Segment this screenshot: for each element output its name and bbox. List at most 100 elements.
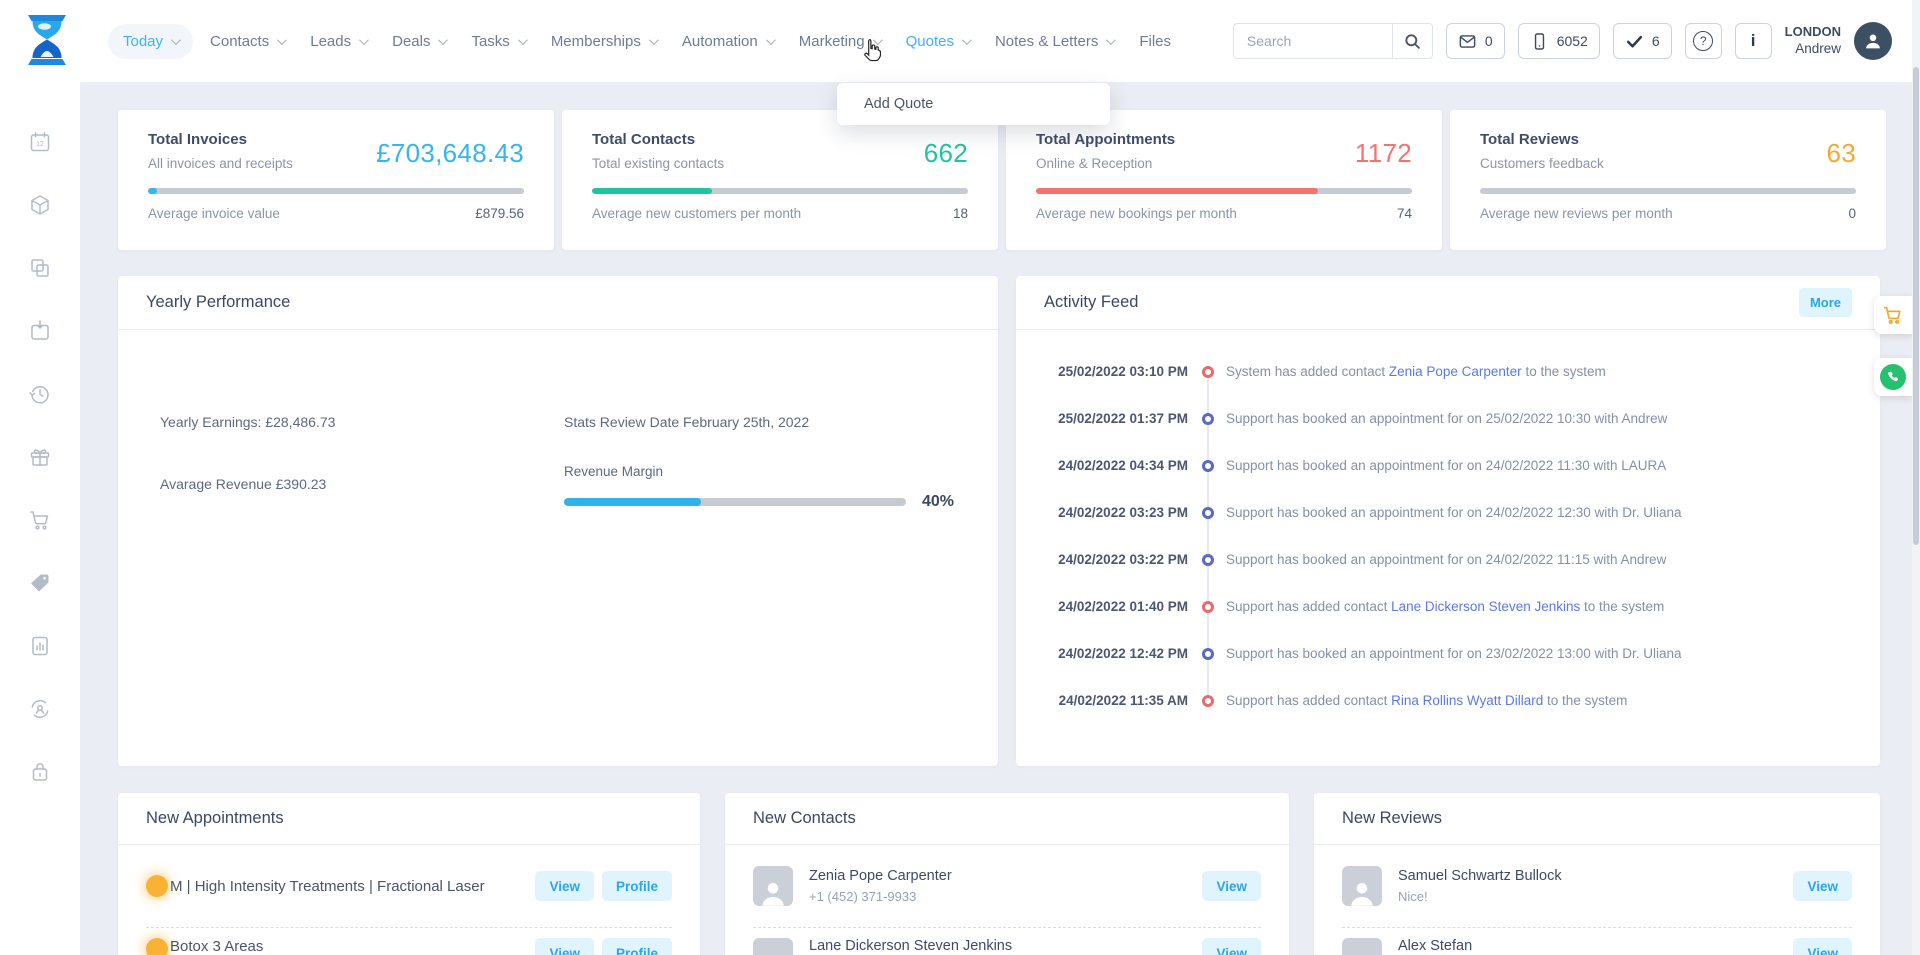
package-icon <box>28 193 52 217</box>
more-button[interactable]: More <box>1799 288 1852 317</box>
sidebar-item-history[interactable] <box>28 382 52 406</box>
view-button[interactable]: View <box>535 871 594 901</box>
sidebar-item-gift[interactable] <box>28 445 52 469</box>
reviewer-name: Samuel Schwartz Bullock <box>1398 868 1793 884</box>
sidebar-item-duplicates[interactable] <box>28 256 52 280</box>
view-button[interactable]: View <box>1202 938 1261 955</box>
card-total-invoices: Total Invoices All invoices and receipts… <box>118 110 554 250</box>
chevron-down-icon <box>518 35 528 45</box>
profile-button[interactable]: Profile <box>602 871 672 901</box>
overlapping-squares-icon <box>28 256 52 280</box>
search-button[interactable] <box>1392 23 1432 59</box>
sidebar-item-lock[interactable] <box>28 760 52 784</box>
sidebar-item-reports[interactable] <box>28 634 52 658</box>
view-button[interactable]: View <box>1793 938 1852 955</box>
help-button[interactable]: ? <box>1685 23 1722 59</box>
app-logo[interactable] <box>24 13 70 69</box>
activity-feed-panel: Activity Feed More 25/02/2022 03:10 PM S… <box>1016 276 1880 766</box>
mobile-phone-icon <box>1530 32 1549 51</box>
panel-title: New Appointments <box>146 809 284 828</box>
user-sync-icon <box>28 697 52 721</box>
sidebar-item-calendar[interactable]: 12 <box>28 130 52 154</box>
card-total-reviews: Total Reviews Customers feedback 63 Aver… <box>1450 110 1886 250</box>
card-title: Total Contacts <box>592 131 724 148</box>
card-average-value: £879.56 <box>475 206 524 221</box>
new-appointments-panel: New Appointments M | High Intensity Trea… <box>118 793 700 955</box>
menu-item-memberships[interactable]: Memberships <box>538 33 669 50</box>
contact-row: Zenia Pope Carpenter +1 (452) 371-9933 V… <box>753 845 1261 927</box>
card-subtitle: Customers feedback <box>1480 156 1604 171</box>
card-title: Total Appointments <box>1036 131 1175 148</box>
menu-label: Deals <box>392 33 430 50</box>
revenue-margin-label: Revenue Margin <box>564 464 954 479</box>
shopping-cart-icon <box>28 508 52 532</box>
top-navbar: Today Contacts Leads Deals Tasks Members… <box>0 0 1920 82</box>
profile-button[interactable]: Profile <box>602 938 672 955</box>
contact-link[interactable]: Lane Dickerson Steven Jenkins <box>1391 599 1580 614</box>
menu-item-contacts[interactable]: Contacts <box>197 33 297 50</box>
timeline-dot <box>1202 507 1214 519</box>
menu-item-automation[interactable]: Automation <box>669 33 786 50</box>
phone-circle-icon <box>1880 364 1906 390</box>
dropdown-item-add-quote[interactable]: Add Quote <box>864 96 933 112</box>
card-value: 662 <box>924 138 968 169</box>
sidebar-item-calendar-import[interactable] <box>28 319 52 343</box>
new-contacts-panel: New Contacts Zenia Pope Carpenter +1 (45… <box>725 793 1289 955</box>
calls-count: 6052 <box>1557 33 1588 49</box>
menu-item-deals[interactable]: Deals <box>379 33 458 50</box>
contact-link[interactable]: Rina Rollins Wyatt Dillard <box>1391 693 1543 708</box>
search-icon <box>1403 32 1422 51</box>
shopping-cart-icon <box>1882 304 1904 326</box>
tasks-button[interactable]: 6 <box>1613 23 1672 59</box>
yearly-performance-panel: Yearly Performance Yearly Earnings: £28,… <box>118 276 998 766</box>
menu-item-tasks[interactable]: Tasks <box>458 33 537 50</box>
activity-timeline: 25/02/2022 03:10 PM System has added con… <box>1016 330 1880 724</box>
scrollbar-thumb[interactable] <box>1913 67 1919 545</box>
activity-entry: 24/02/2022 11:35 AM Support has added co… <box>1016 677 1880 724</box>
menu-item-files[interactable]: Files <box>1126 33 1184 50</box>
user-avatar[interactable] <box>1854 22 1892 60</box>
activity-text: Support has booked an appointment for on… <box>1226 411 1667 426</box>
menu-label: Today <box>123 33 163 50</box>
activity-time: 24/02/2022 01:40 PM <box>1044 599 1188 614</box>
timeline-dot <box>1202 695 1214 707</box>
chevron-down-icon <box>171 35 181 45</box>
contact-link[interactable]: Zenia Pope Carpenter <box>1389 364 1522 379</box>
status-dot-icon <box>146 938 168 955</box>
user-block: LONDON Andrew <box>1785 24 1841 57</box>
activity-entry: 24/02/2022 04:34 PM Support has booked a… <box>1016 442 1880 489</box>
progress-fill <box>592 188 712 194</box>
user-name: Andrew <box>1785 41 1841 58</box>
messages-button[interactable]: 0 <box>1446 23 1505 59</box>
card-average-value: 0 <box>1848 206 1856 221</box>
activity-entry: 24/02/2022 03:22 PM Support has booked a… <box>1016 536 1880 583</box>
view-button[interactable]: View <box>1202 871 1261 901</box>
sidebar-item-user-sync[interactable] <box>28 697 52 721</box>
timeline-dot <box>1202 648 1214 660</box>
view-button[interactable]: View <box>535 938 594 955</box>
menu-item-notes-letters[interactable]: Notes & Letters <box>982 33 1126 50</box>
sidebar-item-tags[interactable] <box>28 571 52 595</box>
review-row: Alex Stefan View <box>1342 927 1852 955</box>
sidebar-item-cart[interactable] <box>28 508 52 532</box>
view-button[interactable]: View <box>1793 871 1852 901</box>
calendar-import-icon <box>28 319 52 343</box>
calls-button[interactable]: 6052 <box>1518 23 1600 59</box>
cart-float-button[interactable] <box>1874 296 1912 334</box>
phone-float-button[interactable] <box>1874 358 1912 396</box>
menu-item-leads[interactable]: Leads <box>297 33 379 50</box>
activity-time: 24/02/2022 04:34 PM <box>1044 458 1188 473</box>
envelope-icon <box>1458 32 1477 51</box>
activity-text: Support has booked an appointment for on… <box>1226 552 1666 567</box>
search-input[interactable] <box>1234 33 1392 49</box>
activity-text: Support has booked an appointment for on… <box>1226 505 1682 520</box>
chevron-down-icon <box>766 35 776 45</box>
activity-text: Support has booked an appointment for on… <box>1226 646 1682 661</box>
contact-row: Lane Dickerson Steven Jenkins View <box>753 927 1261 955</box>
menu-item-quotes[interactable]: Quotes <box>893 33 982 50</box>
menu-item-today[interactable]: Today <box>108 24 193 59</box>
page-scrollbar[interactable] <box>1912 0 1920 955</box>
sidebar-item-packages[interactable] <box>28 193 52 217</box>
info-button[interactable]: i <box>1735 23 1772 59</box>
price-tag-icon <box>28 571 52 595</box>
